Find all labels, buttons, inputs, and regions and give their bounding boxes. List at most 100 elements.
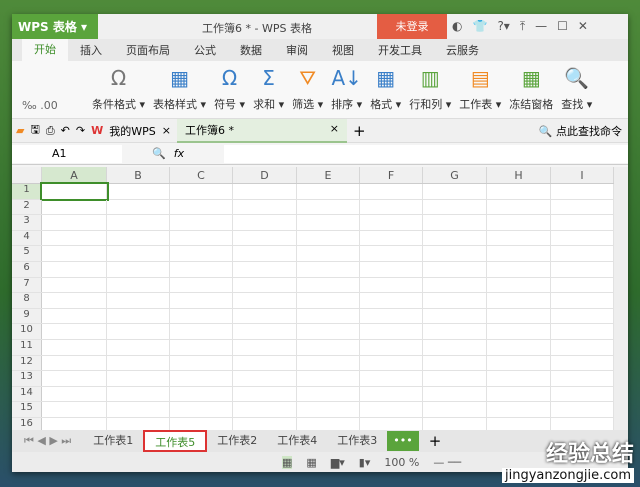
cell[interactable] xyxy=(423,231,487,246)
cell[interactable] xyxy=(42,340,107,355)
cell[interactable] xyxy=(487,262,551,277)
cell[interactable] xyxy=(551,356,614,371)
column-header[interactable]: F xyxy=(360,167,423,183)
cell[interactable] xyxy=(297,340,360,355)
cell[interactable] xyxy=(170,324,233,339)
add-sheet-button[interactable]: + xyxy=(419,432,452,450)
table-style-button[interactable]: ▦表格样式 ▾ xyxy=(153,66,206,112)
cell[interactable] xyxy=(297,293,360,308)
eye-protect-icon[interactable]: ▮▾ xyxy=(359,456,371,469)
cell[interactable] xyxy=(42,184,107,199)
filter-button[interactable]: ⛛筛选 ▾ xyxy=(292,66,323,112)
tab-cloud[interactable]: 云服务 xyxy=(434,42,491,58)
cell[interactable] xyxy=(233,340,297,355)
row-header[interactable]: 3 xyxy=(12,215,42,230)
cell[interactable] xyxy=(487,184,551,199)
cell[interactable] xyxy=(107,231,170,246)
minimize-button[interactable]: — xyxy=(535,19,547,34)
cell[interactable] xyxy=(487,356,551,371)
row-header[interactable]: 6 xyxy=(12,262,42,277)
cell[interactable] xyxy=(487,387,551,402)
cell[interactable] xyxy=(170,231,233,246)
symbol-button[interactable]: Ω符号 ▾ xyxy=(214,66,245,112)
tab-data[interactable]: 数据 xyxy=(228,42,274,58)
tab-view[interactable]: 视图 xyxy=(320,42,366,58)
cell[interactable] xyxy=(551,246,614,261)
cell[interactable] xyxy=(42,293,107,308)
normal-view-icon[interactable]: ▦ xyxy=(282,456,292,469)
cell[interactable] xyxy=(360,324,423,339)
cell[interactable] xyxy=(107,246,170,261)
column-header[interactable]: C xyxy=(170,167,233,183)
cell[interactable] xyxy=(487,246,551,261)
maximize-button[interactable]: ☐ xyxy=(557,19,568,34)
cell[interactable] xyxy=(551,309,614,324)
app-menu-button[interactable]: WPS 表格 ▾ xyxy=(12,14,98,39)
column-header[interactable]: I xyxy=(551,167,614,183)
zoom-slider[interactable]: — ── xyxy=(433,456,461,469)
cell[interactable] xyxy=(423,356,487,371)
cell[interactable] xyxy=(107,356,170,371)
cell[interactable] xyxy=(551,262,614,277)
cell[interactable] xyxy=(297,231,360,246)
tab-home[interactable]: 开始 xyxy=(22,39,68,61)
vertical-scrollbar[interactable] xyxy=(614,167,628,432)
close-doc-icon[interactable]: × xyxy=(330,122,339,135)
cell[interactable] xyxy=(170,356,233,371)
cell[interactable] xyxy=(297,309,360,324)
row-header[interactable]: 5 xyxy=(12,246,42,261)
cell[interactable] xyxy=(170,293,233,308)
cell[interactable] xyxy=(170,402,233,417)
cell[interactable] xyxy=(360,246,423,261)
cell[interactable] xyxy=(42,262,107,277)
cell[interactable] xyxy=(487,309,551,324)
cell[interactable] xyxy=(170,278,233,293)
cell[interactable] xyxy=(233,184,297,199)
cell[interactable] xyxy=(42,402,107,417)
sum-button[interactable]: Σ求和 ▾ xyxy=(253,66,284,112)
tab-developer[interactable]: 开发工具 xyxy=(366,42,434,58)
row-header[interactable]: 7 xyxy=(12,278,42,293)
cell[interactable] xyxy=(170,200,233,215)
page-break-icon[interactable]: ▦ xyxy=(306,456,316,469)
cell[interactable] xyxy=(423,278,487,293)
column-header[interactable]: B xyxy=(107,167,170,183)
cell[interactable] xyxy=(297,184,360,199)
open-icon[interactable]: ▰ xyxy=(16,124,24,137)
column-header[interactable]: G xyxy=(423,167,487,183)
row-header[interactable]: 2 xyxy=(12,200,42,215)
cell[interactable] xyxy=(170,371,233,386)
formula-input[interactable] xyxy=(224,145,628,163)
cell[interactable] xyxy=(487,293,551,308)
rows-columns-button[interactable]: ▥行和列 ▾ xyxy=(409,66,451,112)
cell[interactable] xyxy=(42,309,107,324)
row-header[interactable]: 4 xyxy=(12,231,42,246)
cell[interactable] xyxy=(297,371,360,386)
cell[interactable] xyxy=(233,200,297,215)
cell[interactable] xyxy=(233,262,297,277)
cell[interactable] xyxy=(42,324,107,339)
cell[interactable] xyxy=(423,371,487,386)
shirt-icon[interactable]: 👕 xyxy=(472,19,487,34)
cell[interactable] xyxy=(297,387,360,402)
cell[interactable] xyxy=(487,371,551,386)
cell[interactable] xyxy=(551,184,614,199)
cell[interactable] xyxy=(551,340,614,355)
cell[interactable] xyxy=(42,356,107,371)
freeze-panes-button[interactable]: ▦冻结窗格 xyxy=(509,66,553,112)
cell[interactable] xyxy=(233,356,297,371)
cell[interactable] xyxy=(487,278,551,293)
row-header[interactable]: 9 xyxy=(12,309,42,324)
cell[interactable] xyxy=(107,200,170,215)
cell[interactable] xyxy=(551,387,614,402)
sheet-tab[interactable]: 工作表1 xyxy=(83,430,143,452)
cell[interactable] xyxy=(360,231,423,246)
cell[interactable] xyxy=(297,262,360,277)
cell[interactable] xyxy=(170,184,233,199)
cell[interactable] xyxy=(170,262,233,277)
cell[interactable] xyxy=(360,278,423,293)
cell[interactable] xyxy=(233,293,297,308)
cell[interactable] xyxy=(487,340,551,355)
cell[interactable] xyxy=(423,246,487,261)
cell[interactable] xyxy=(487,231,551,246)
